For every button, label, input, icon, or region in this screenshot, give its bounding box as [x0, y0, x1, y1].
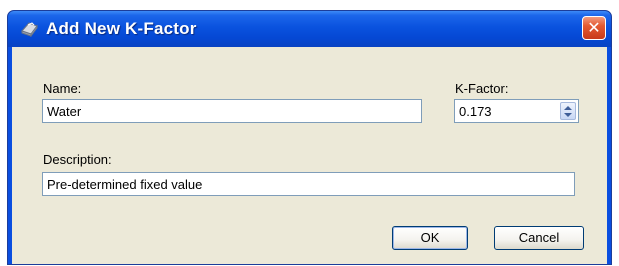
spin-buttons[interactable] — [560, 102, 576, 120]
spin-up-icon[interactable] — [564, 106, 572, 110]
spin-down-icon[interactable] — [564, 113, 572, 117]
ok-button[interactable]: OK — [392, 226, 468, 250]
dialog-title: Add New K-Factor — [46, 19, 197, 38]
k-factor-label: K-Factor: — [455, 81, 509, 96]
k-factor-spinbox[interactable]: 0.173 — [454, 99, 579, 123]
description-input[interactable]: Pre-determined fixed value — [42, 172, 575, 196]
name-input[interactable]: Water — [42, 99, 422, 123]
title-bar[interactable]: Add New K-Factor ✕ — [8, 11, 611, 47]
k-factor-app-icon — [20, 20, 40, 38]
close-icon: ✕ — [587, 18, 601, 37]
k-factor-value: 0.173 — [459, 104, 492, 119]
cancel-button[interactable]: Cancel — [494, 226, 584, 250]
close-button[interactable]: ✕ — [582, 16, 606, 40]
description-label: Description: — [43, 152, 112, 167]
dialog-body: Name: Water K-Factor: 0.173 Description:… — [12, 47, 607, 264]
add-k-factor-dialog: Add New K-Factor ✕ Name: Water K-Factor:… — [7, 10, 612, 265]
name-label: Name: — [43, 81, 82, 96]
